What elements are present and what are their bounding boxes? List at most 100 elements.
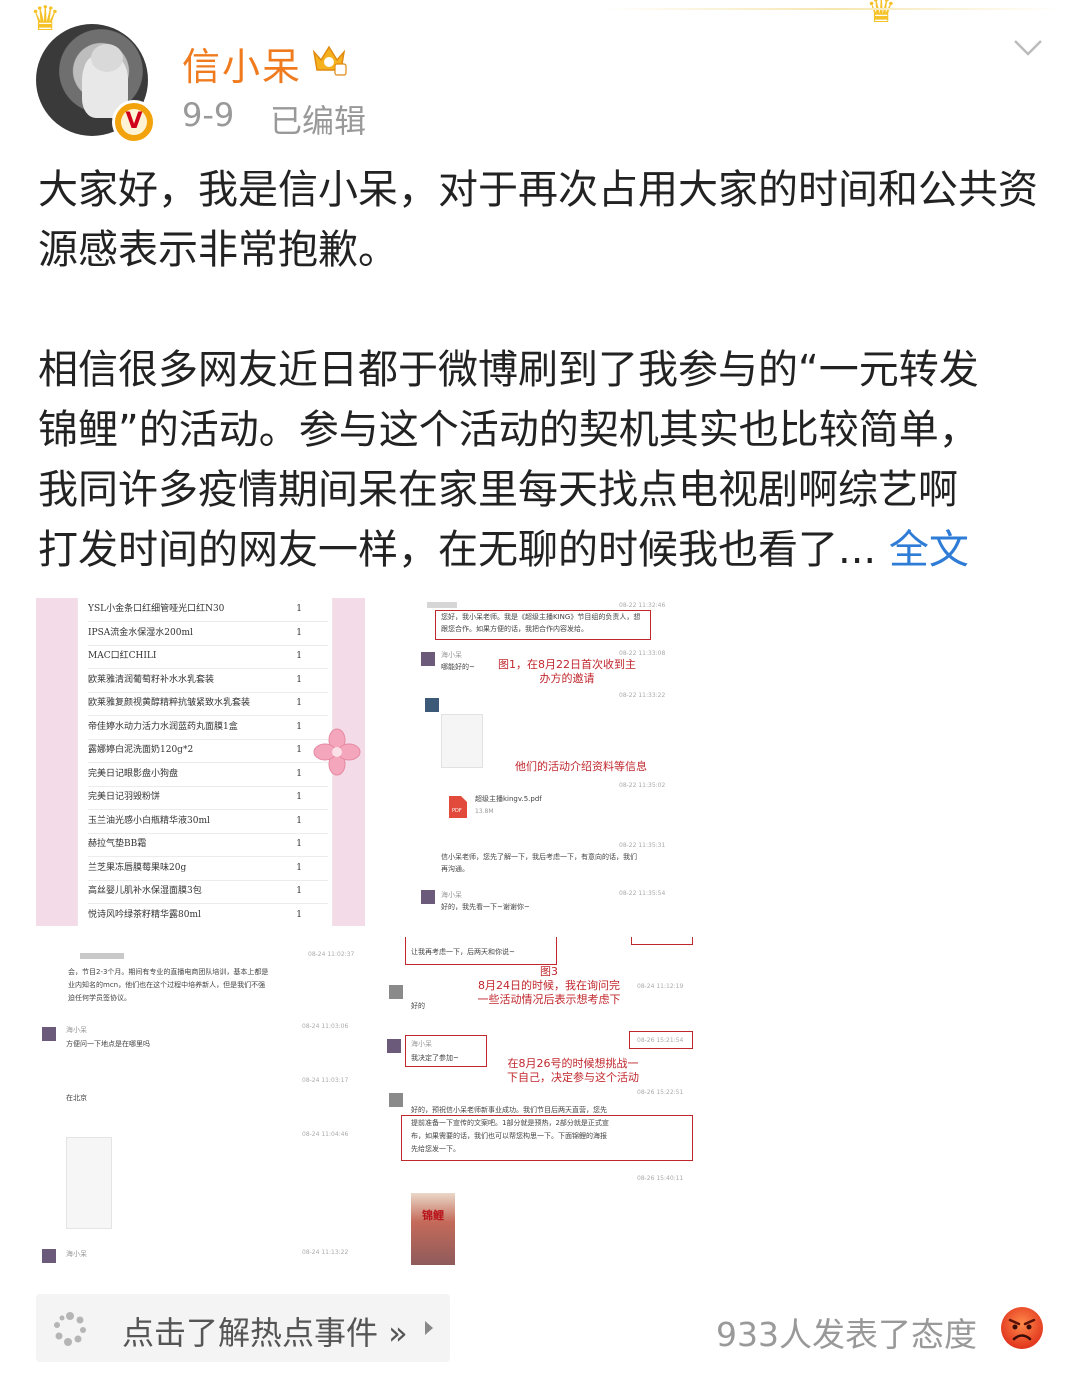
product-name: 完美日记眼影盘小狗盘	[88, 768, 179, 779]
highlight-box	[631, 937, 693, 945]
post-line-text: 打发时间的网友一样，在无聊的时候我也看了...	[38, 527, 877, 573]
vip-crown-icon[interactable]	[310, 42, 348, 76]
svg-text:PDF: PDF	[452, 808, 462, 814]
chat-message: 您好，我小呆老师。我是《超级主播KING》节目组的负责人，想	[441, 613, 641, 621]
product-name: 欧莱雅清润葡萄籽补水水乳套装	[88, 674, 215, 685]
attitude-count[interactable]: 933人发表了态度	[716, 1308, 977, 1356]
chat-message: 先给您发一下。	[411, 1145, 460, 1153]
crown-icon: ♛	[30, 0, 61, 39]
avatar	[425, 698, 439, 712]
annotation-text: 图1，在8月22日首次收到主 办方的邀请	[498, 658, 636, 685]
product-name: 高丝婴儿肌补水保湿面膜3包	[88, 886, 202, 896]
chat-time: 08-26 15:22:51	[637, 1089, 684, 1096]
product-name: 兰芝果冻唇膜莓果味20g	[88, 862, 187, 873]
chat-message: 哪能好的~	[441, 663, 475, 671]
chat-sender: 海小呆	[441, 891, 462, 899]
product-name: YSL小金条口红细管哑光口红N30	[88, 604, 225, 614]
decor-line	[604, 8, 1064, 10]
product-name: 玉兰油光感小白瓶精华液30ml	[88, 815, 210, 826]
product-qty: 1	[296, 604, 302, 614]
product-row: 高丝婴儿肌补水保湿面膜3包 1	[88, 880, 328, 904]
flower-icon	[313, 728, 361, 776]
avatar	[389, 985, 403, 999]
chat-message: 方便问一下地点是在哪里吗	[66, 1040, 150, 1048]
chevron-down-icon[interactable]	[1012, 36, 1044, 60]
avatar	[421, 890, 435, 904]
product-name: 露娜婷白泥洗面奶120g*2	[88, 745, 194, 755]
product-name: IPSA流金水保湿水200ml	[88, 627, 193, 638]
product-row: 兰芝果冻唇膜莓果味20g 1	[88, 857, 328, 881]
loading-spinner-icon	[54, 1312, 86, 1346]
verified-badge-icon: V	[112, 100, 156, 144]
image-chat-screenshot-3[interactable]: 让我再考虑一下，后两天和你说~ 图3 8月24日的时候，我在询问完 一些活动情况…	[383, 937, 704, 1265]
poster-thumbnail: 锦鲤	[411, 1193, 455, 1265]
image-chat-screenshot-2[interactable]: 08-24 11:02:37 会，节目2-3个月。期间有专业的直播电商团队培训，…	[36, 937, 365, 1265]
chat-message: 好的，我先看一下~谢谢你~	[441, 903, 530, 911]
hot-event-label[interactable]: 点击了解热点事件 »	[122, 1308, 408, 1354]
full-text-link[interactable]: 全文	[889, 527, 969, 573]
avatar	[389, 1093, 403, 1107]
chat-sender: 海小呆	[66, 1026, 87, 1034]
image-product-list[interactable]: YSL小金条口红细管哑光口红N30 1 IPSA流金水保湿水200ml 1 MAC口红C…	[36, 598, 365, 926]
chat-time: 08-24 11:02:37	[308, 951, 355, 958]
chat-message: 提前准备一下宣传的文案吧。1部分就是预热，2部分就是正式宣	[411, 1119, 609, 1127]
avatar	[42, 1027, 56, 1041]
chat-time: 08-22 11:35:02	[619, 782, 666, 789]
post-line: 锦鲤”的活动。参与这个活动的契机其实也比较简单，	[38, 407, 979, 453]
chat-time: 08-26 15:21:54	[637, 1037, 684, 1044]
product-qty: 1	[296, 792, 302, 802]
product-qty: 1	[296, 745, 302, 755]
product-qty: 1	[296, 627, 302, 638]
product-row: YSL小金条口红细管哑光口红N30 1	[88, 598, 328, 622]
product-row: 玉兰油光感小白瓶精华液30ml 1	[88, 810, 328, 834]
product-row: 帝佳婷水动力活力水润蓝药丸面膜1盒 1	[88, 716, 328, 740]
chat-time: 08-22 11:35:54	[619, 890, 666, 897]
product-name: 帝佳婷水动力活力水润蓝药丸面膜1盒	[88, 721, 238, 732]
chat-time: 08-22 11:33:22	[619, 692, 666, 699]
product-qty: 1	[296, 651, 302, 661]
product-row: 欧莱雅清润葡萄籽补水水乳套装 1	[88, 669, 328, 693]
username[interactable]: 信小呆	[182, 36, 302, 91]
product-name: 完美日记羽毁粉饼	[88, 792, 161, 802]
product-name: 赫拉气垫BB霜	[88, 839, 147, 849]
chat-sender: 海小呆	[441, 651, 462, 659]
document-thumbnail	[66, 1137, 112, 1229]
image-chat-screenshot-1[interactable]: 08-22 11:32:46 您好，我小呆老师。我是《超级主播KING》节目组的…	[383, 598, 704, 926]
product-qty: 1	[296, 886, 302, 896]
post-paragraph-1: 大家好，我是信小呆，对于再次占用大家的时间和公共资源感表示非常抱歉。	[38, 167, 1038, 273]
product-row: MAC口红CHILI 1	[88, 645, 328, 669]
play-arrow-icon	[425, 1321, 433, 1335]
product-qty: 1	[296, 839, 302, 849]
product-qty: 1	[296, 909, 302, 920]
avatar	[42, 1249, 56, 1263]
chat-time: 08-24 11:03:17	[302, 1077, 349, 1084]
angry-face-icon[interactable]	[1000, 1306, 1044, 1350]
chat-time: 08-24 11:04:46	[302, 1131, 349, 1138]
product-qty: 1	[296, 721, 302, 732]
product-qty: 1	[296, 815, 302, 826]
product-name: 悦诗风吟绿茶籽精华露80ml	[88, 909, 201, 920]
chat-sender: 海小呆	[66, 1250, 87, 1258]
chat-time: 08-22 11:33:08	[619, 650, 666, 657]
chat-message: 好的	[411, 1002, 425, 1010]
chat-message: 业内知名的mcn，他们也在这个过程中培养新人，但是我们不强	[68, 981, 266, 989]
annotation-text: 他们的活动介绍资料等信息	[515, 760, 647, 773]
product-row: 完美日记眼影盘小狗盘 1	[88, 763, 328, 787]
chat-message: 在北京	[66, 1094, 87, 1102]
post-line: 我同许多疫情期间呆在家里每天找点电视剧啊综艺啊	[38, 467, 958, 513]
file-name: 超级主播kingv.5.pdf	[475, 795, 542, 803]
chat-message: 再沟通。	[441, 865, 469, 873]
edited-label[interactable]: 已编辑	[270, 96, 366, 142]
product-row: 露娜婷白泥洗面奶120g*2 1	[88, 739, 328, 763]
product-qty: 1	[296, 674, 302, 685]
pdf-file-icon: PDF	[449, 796, 467, 818]
product-qty: 1	[296, 862, 302, 873]
chat-message: 信小呆老师，您先了解一下，我后考虑一下，有意向的话，我们	[441, 853, 637, 861]
chat-time: 08-24 11:13:22	[302, 1249, 349, 1256]
product-name: MAC口红CHILI	[88, 651, 157, 661]
product-row: 赫拉气垫BB霜 1	[88, 833, 328, 857]
product-row: 完美日记羽毁粉饼 1	[88, 786, 328, 810]
avatar	[421, 652, 435, 666]
chat-time: 08-24 11:03:06	[302, 1023, 349, 1030]
chat-message: 跟您合作。如果方便的话，我把合作内容发给。	[441, 625, 588, 633]
